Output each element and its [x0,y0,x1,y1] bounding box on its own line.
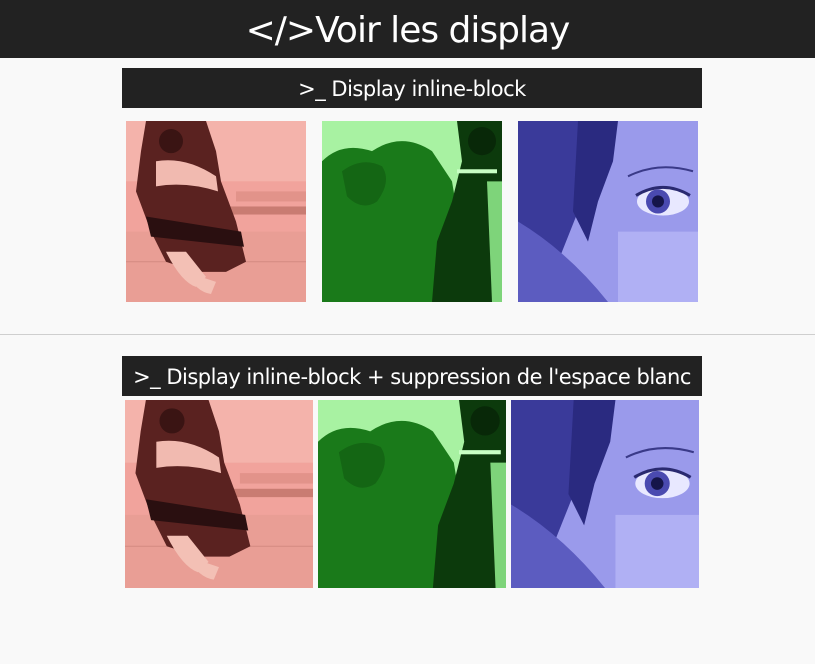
image-eye-closeup [518,121,698,302]
image-shadow-silhouette [322,121,502,302]
section-title-whitespace-removed: >_ Display inline-block + suppression de… [122,356,702,396]
page-title: </>Voir les display [245,10,571,51]
image-shadow-silhouette [318,400,506,588]
image-eye-closeup [511,400,699,588]
image-seated-woman [126,121,306,302]
section-divider [0,334,815,335]
page-header: </>Voir les display [0,0,815,58]
image-seated-woman [125,400,313,588]
section-title-inline-block: >_ Display inline-block [122,68,702,108]
